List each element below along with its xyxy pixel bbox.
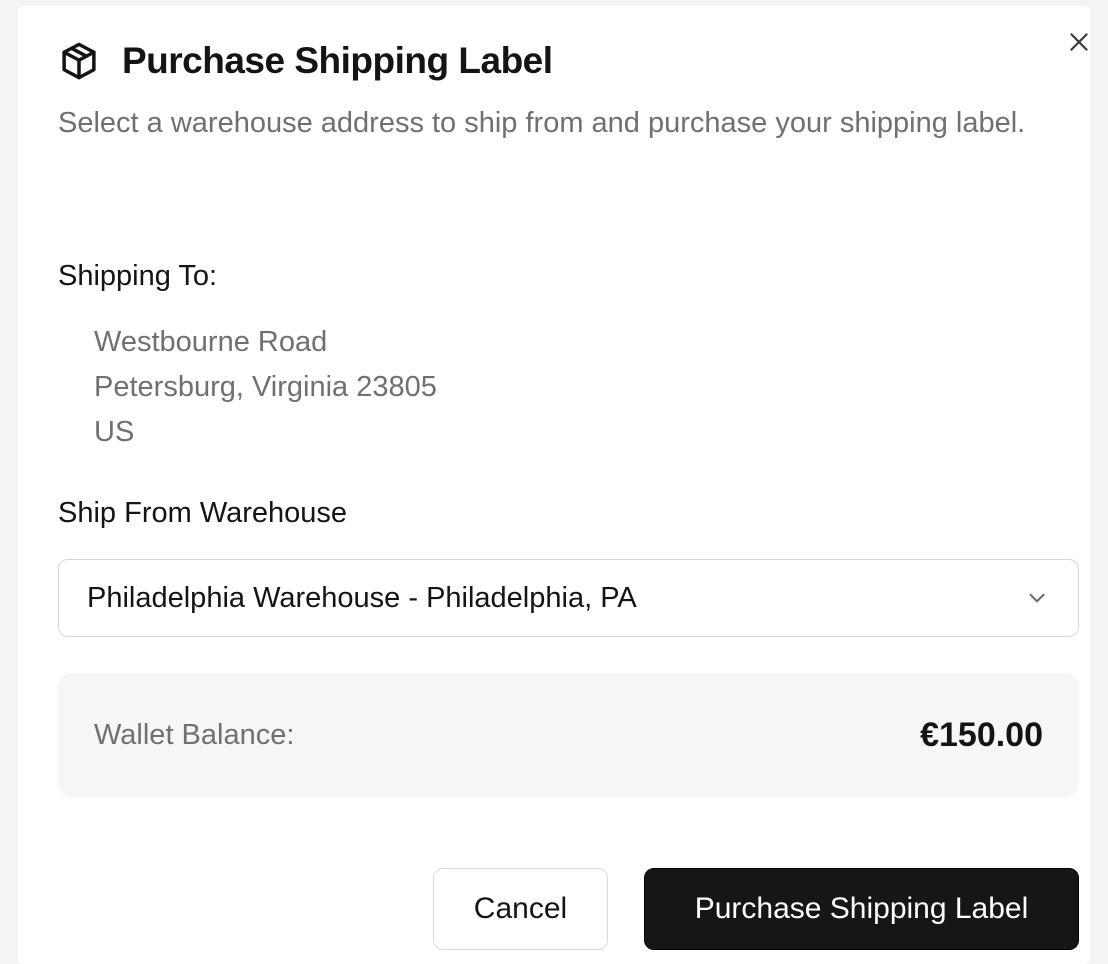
address-line: Westbourne Road (94, 326, 328, 358)
warehouse-select[interactable]: Philadelphia Warehouse - Philadelphia, P… (58, 559, 1079, 637)
chevron-down-icon (1024, 585, 1050, 611)
warehouse-select-value: Philadelphia Warehouse - Philadelphia, P… (87, 581, 637, 614)
wallet-balance-amount: €150.00 (920, 715, 1043, 754)
cancel-button[interactable]: Cancel (433, 868, 608, 950)
shipping-to-label: Shipping To: (58, 260, 218, 292)
dialog-description: Select a warehouse address to ship from … (58, 107, 1026, 139)
close-button[interactable] (1064, 27, 1094, 57)
dialog-title: Purchase Shipping Label (122, 40, 553, 81)
shipping-address: Westbourne Road Petersburg, Virginia 238… (94, 320, 437, 455)
address-line: Petersburg, Virginia 23805 (94, 371, 437, 403)
purchase-shipping-label-button[interactable]: Purchase Shipping Label (644, 868, 1079, 950)
wallet-balance-panel: Wallet Balance: €150.00 (58, 673, 1079, 797)
package-icon (58, 40, 100, 82)
wallet-balance-label: Wallet Balance: (94, 718, 295, 751)
address-line: US (94, 416, 135, 448)
purchase-label-dialog: Purchase Shipping Label Select a warehou… (18, 6, 1090, 964)
ship-from-label: Ship From Warehouse (58, 497, 348, 529)
close-icon (1070, 33, 1088, 51)
dialog-header: Purchase Shipping Label (58, 40, 553, 82)
